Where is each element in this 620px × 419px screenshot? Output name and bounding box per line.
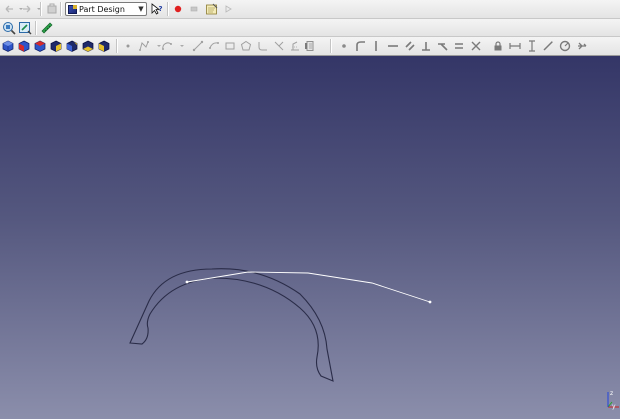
polyline-icon[interactable] (137, 39, 151, 53)
redo-dropdown-icon[interactable] (32, 2, 46, 16)
view-isometric-icon[interactable] (1, 39, 15, 53)
constrain-equal-icon[interactable] (452, 39, 466, 53)
toolbar-separator (330, 39, 332, 53)
constrain-parallel-icon[interactable] (403, 39, 417, 53)
toolbar-row-2 (0, 19, 620, 37)
part-design-icon (68, 4, 77, 14)
circle-icon[interactable] (207, 39, 221, 53)
sketch-canvas[interactable]: z y (0, 56, 620, 419)
polyline-start-point[interactable] (185, 280, 189, 284)
arc-dropdown-icon[interactable] (175, 39, 189, 53)
carbon-copy-icon[interactable] (303, 39, 317, 53)
toolbar-separator (167, 2, 169, 16)
sketch-arch-profile[interactable] (129, 268, 334, 382)
toolbar-separator (116, 39, 118, 53)
chevron-down-icon: ▼ (138, 5, 144, 13)
external-geometry-icon[interactable] (288, 39, 302, 53)
refresh-icon[interactable] (45, 2, 59, 16)
stop-macro-icon[interactable] (187, 2, 201, 16)
constrain-horizontal-distance-icon[interactable] (508, 39, 522, 53)
view-front-icon[interactable] (17, 39, 31, 53)
workbench-selector-label: Part Design (79, 4, 125, 14)
view-bottom-icon[interactable] (81, 39, 95, 53)
whats-this-icon[interactable]: ? (150, 2, 164, 16)
fit-selection-icon[interactable] (18, 21, 32, 35)
execute-macro-icon[interactable] (221, 2, 235, 16)
constrain-vertical-icon[interactable] (369, 39, 383, 53)
macro-editor-icon[interactable] (204, 2, 218, 16)
constrain-lock-icon[interactable] (491, 39, 505, 53)
constrain-angle-icon[interactable] (558, 39, 572, 53)
view-left-icon[interactable] (97, 39, 111, 53)
constrain-symmetric-icon[interactable] (469, 39, 483, 53)
line-icon[interactable] (191, 39, 205, 53)
fit-all-icon[interactable] (2, 21, 16, 35)
trim-icon[interactable] (272, 39, 286, 53)
constrain-radius-icon[interactable] (541, 39, 555, 53)
svg-text:y: y (612, 403, 616, 410)
toolbar-row-1: Part Design ▼ ? (0, 0, 620, 19)
sketch-polyline[interactable] (186, 271, 431, 303)
record-macro-icon[interactable] (171, 2, 185, 16)
arc-icon[interactable] (160, 39, 174, 53)
constrain-snell-icon[interactable] (575, 39, 589, 53)
toolbar-row-3 (0, 37, 620, 56)
polyline-end-point[interactable] (428, 300, 432, 304)
toolbar-separator (35, 21, 37, 35)
workbench-selector[interactable]: Part Design ▼ (65, 2, 147, 16)
toolbar-separator (60, 2, 62, 16)
svg-text:z: z (610, 390, 613, 397)
view-right-icon[interactable] (49, 39, 63, 53)
constrain-tangent-icon[interactable] (436, 39, 450, 53)
constrain-perpendicular-icon[interactable] (419, 39, 433, 53)
toolbar-separator (40, 2, 42, 16)
rectangle-icon[interactable] (223, 39, 237, 53)
axis-triad: z y (607, 390, 619, 410)
measure-icon[interactable] (40, 21, 54, 35)
fillet-icon[interactable] (256, 39, 270, 53)
view-rear-icon[interactable] (65, 39, 79, 53)
constrain-horizontal-icon[interactable] (386, 39, 400, 53)
point-icon[interactable] (121, 39, 135, 53)
constrain-coincident-icon[interactable] (337, 39, 351, 53)
constrain-point-on-object-icon[interactable] (353, 39, 367, 53)
3d-viewport[interactable]: z y (0, 56, 620, 419)
view-top-icon[interactable] (33, 39, 47, 53)
polygon-icon[interactable] (239, 39, 253, 53)
constrain-vertical-distance-icon[interactable] (525, 39, 539, 53)
svg-text:?: ? (158, 5, 162, 13)
